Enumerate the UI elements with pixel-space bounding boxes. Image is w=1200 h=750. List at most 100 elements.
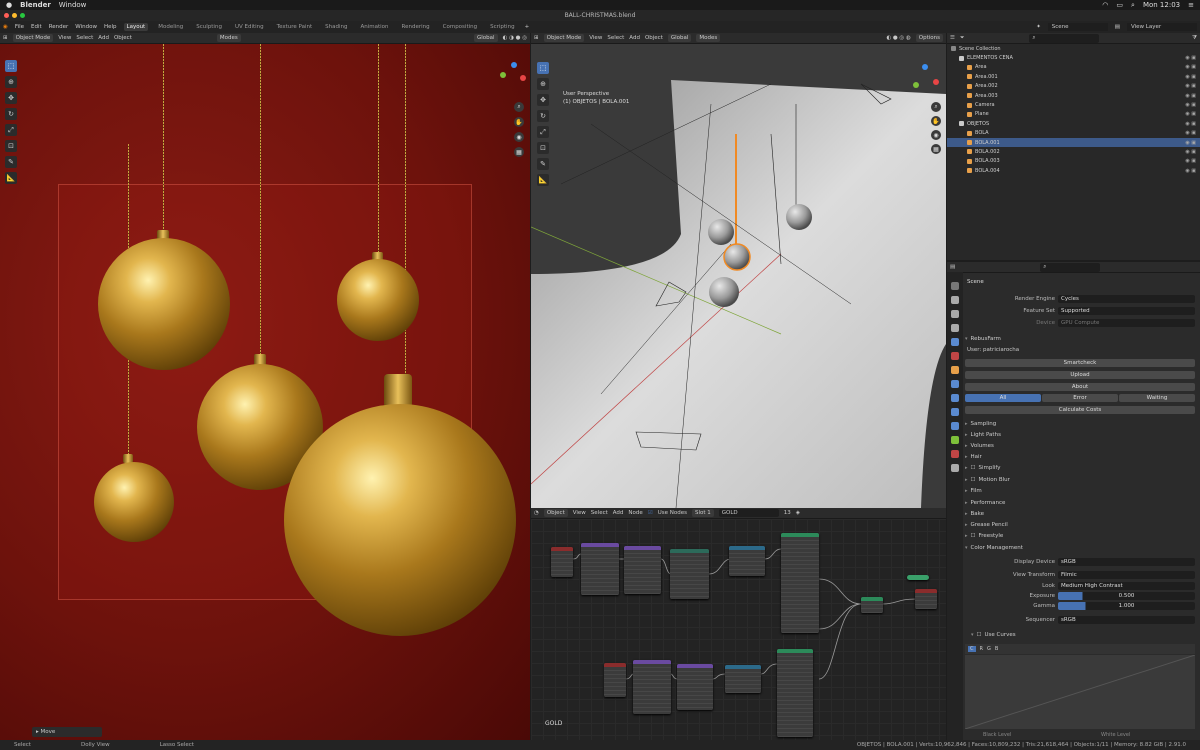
node-menu-view[interactable]: View	[573, 510, 586, 516]
shader-node[interactable]	[670, 549, 709, 599]
outliner-row[interactable]: BOLA.003 ◉ ▣	[947, 157, 1200, 166]
panel-performance[interactable]: ▸ Performance	[965, 498, 1197, 508]
visibility-icon[interactable]: ◉ ▣	[1185, 121, 1196, 127]
left-shading-icons[interactable]: ◐ ◑ ● ◎	[503, 35, 527, 41]
menu-edit[interactable]: Edit	[31, 24, 42, 30]
panel-color-management[interactable]: ▾ Color Management	[965, 543, 1197, 553]
shader-node[interactable]	[604, 663, 626, 697]
render-tab-icon[interactable]	[951, 296, 959, 304]
tab-rendering[interactable]: Rendering	[399, 23, 433, 31]
panel-light-paths[interactable]: ▸ Light Paths	[965, 430, 1197, 440]
tab-sculpting[interactable]: Sculpting	[193, 23, 225, 31]
visibility-icon[interactable]: ◉ ▣	[1185, 64, 1196, 70]
outliner-search[interactable]: ⌕	[1029, 33, 1100, 43]
fake-user-icon[interactable]: ◈	[796, 510, 800, 516]
navigation-gizmo[interactable]	[500, 62, 530, 94]
left-menu-select[interactable]: Select	[76, 35, 93, 41]
node-menu-add[interactable]: Add	[613, 510, 624, 516]
texture-tab-icon[interactable]	[951, 464, 959, 472]
operator-panel[interactable]: ▸ Move	[32, 727, 102, 737]
visibility-icon[interactable]: ◉ ▣	[1185, 130, 1196, 136]
annotate-tool[interactable]: ✎	[537, 158, 549, 170]
right-menu-view[interactable]: View	[589, 35, 602, 41]
particles-tab-icon[interactable]	[951, 394, 959, 402]
pan-hand-icon[interactable]: ✋	[514, 117, 524, 127]
panel-bake[interactable]: ▸ Bake	[965, 509, 1197, 519]
visibility-icon[interactable]: ◉ ▣	[1185, 140, 1196, 146]
visibility-icon[interactable]: ◉ ▣	[1185, 93, 1196, 99]
rotate-tool[interactable]: ↻	[537, 110, 549, 122]
editor-type-icon[interactable]: ⊞	[534, 35, 539, 41]
left-modes-dropdown[interactable]: Modes	[216, 34, 241, 42]
mac-menu-window[interactable]: Window	[59, 1, 87, 9]
panel-simplify[interactable]: ▸ ☐ Simplify	[965, 463, 1197, 473]
move-tool[interactable]: ✥	[537, 94, 549, 106]
curve-channel-g[interactable]: G	[987, 646, 991, 652]
visibility-icon[interactable]: ◉ ▣	[1185, 102, 1196, 108]
3d-viewport[interactable]: User Perspective (1) OBJETOS | BOLA.001 …	[531, 44, 946, 508]
tab-layout[interactable]: Layout	[123, 23, 149, 31]
material-field[interactable]: GOLD	[718, 509, 779, 517]
farm-tab-error[interactable]: Error	[1042, 394, 1118, 402]
battery-icon[interactable]: ▭	[1116, 1, 1123, 9]
right-menu-select[interactable]: Select	[607, 35, 624, 41]
visibility-icon[interactable]: ◉ ▣	[1185, 74, 1196, 80]
slot-dropdown[interactable]: Slot 1	[691, 509, 714, 517]
scale-tool[interactable]: ⤢	[537, 126, 549, 138]
tool-tab-icon[interactable]	[951, 282, 959, 290]
curve-channel-b[interactable]: B	[995, 646, 998, 652]
left-mode-select[interactable]: Object Mode	[12, 34, 54, 42]
outliner-row[interactable]: BOLA ◉ ▣	[947, 129, 1200, 138]
curve-widget[interactable]	[964, 654, 1196, 730]
outliner-scene-collection[interactable]: Scene Collection	[947, 44, 1200, 53]
right-options-button[interactable]: Options	[915, 34, 943, 42]
view-layer-tab-icon[interactable]	[951, 324, 959, 332]
curve-channel-combined[interactable]: C	[968, 646, 976, 652]
outliner-row[interactable]: Area.003 ◉ ▣	[947, 91, 1200, 100]
use-nodes-checkbox[interactable]: ☑	[648, 510, 653, 516]
right-menu-add[interactable]: Add	[629, 35, 640, 41]
panel-hair[interactable]: ▸ Hair	[965, 452, 1197, 462]
menu-file[interactable]: File	[15, 24, 24, 30]
device-dropdown[interactable]: GPU Compute	[1058, 319, 1195, 327]
physics-tab-icon[interactable]	[951, 408, 959, 416]
right-mode-select[interactable]: Object Mode	[543, 34, 585, 42]
farm-tab-waiting[interactable]: Waiting	[1119, 394, 1195, 402]
shader-node[interactable]	[729, 546, 765, 576]
select-box-tool[interactable]: ⬚	[537, 62, 549, 74]
outliner[interactable]: ☰ ⏷ ⌕ ⧩ Scene Collection ELEMENTOS CENA ◉…	[947, 33, 1200, 260]
tab-compositing[interactable]: Compositing	[440, 23, 480, 31]
data-tab-icon[interactable]	[951, 436, 959, 444]
minimize-window-button[interactable]	[12, 13, 17, 18]
right-orientation[interactable]: Global	[667, 34, 692, 42]
outliner-row[interactable]: BOLA.001 ◉ ▣	[947, 137, 1200, 148]
rotate-tool[interactable]: ↻	[5, 108, 17, 120]
right-menu-object[interactable]: Object	[645, 35, 663, 41]
world-tab-icon[interactable]	[951, 352, 959, 360]
panel-freestyle[interactable]: ▸ ☐ Freestyle	[965, 531, 1197, 541]
properties-search[interactable]: ⌕	[1040, 262, 1101, 272]
shader-node[interactable]	[725, 665, 761, 693]
scene-tab-icon[interactable]	[951, 338, 959, 346]
modifier-tab-icon[interactable]	[951, 380, 959, 388]
outliner-filter-funnel-icon[interactable]: ⧩	[1192, 35, 1197, 42]
tab-shading[interactable]: Shading	[322, 23, 350, 31]
mix-shader-node[interactable]	[861, 597, 883, 613]
simplify-checkbox[interactable]: ☐	[971, 465, 976, 471]
shader-node[interactable]	[581, 543, 619, 595]
menu-render[interactable]: Render	[49, 24, 69, 30]
node-editor-type-icon[interactable]: ◔	[534, 510, 539, 516]
shader-node-editor[interactable]: GOLD	[531, 519, 946, 740]
right-shading-icons[interactable]: ◐ ● ◎ ◍	[886, 35, 910, 41]
zoom-icon[interactable]: ⌕	[931, 102, 941, 112]
grid-icon[interactable]: ▦	[514, 147, 524, 157]
close-window-button[interactable]	[4, 13, 9, 18]
zoom-icon[interactable]: ⌕	[514, 102, 524, 112]
camera-view-icon[interactable]: ◉	[514, 132, 524, 142]
grid-icon[interactable]: ▦	[931, 144, 941, 154]
left-menu-view[interactable]: View	[58, 35, 71, 41]
panel-volumes[interactable]: ▸ Volumes	[965, 441, 1197, 451]
material-tab-icon[interactable]	[951, 450, 959, 458]
view-transform-dropdown[interactable]: Filmic	[1058, 571, 1195, 579]
menu-help[interactable]: Help	[104, 24, 117, 30]
